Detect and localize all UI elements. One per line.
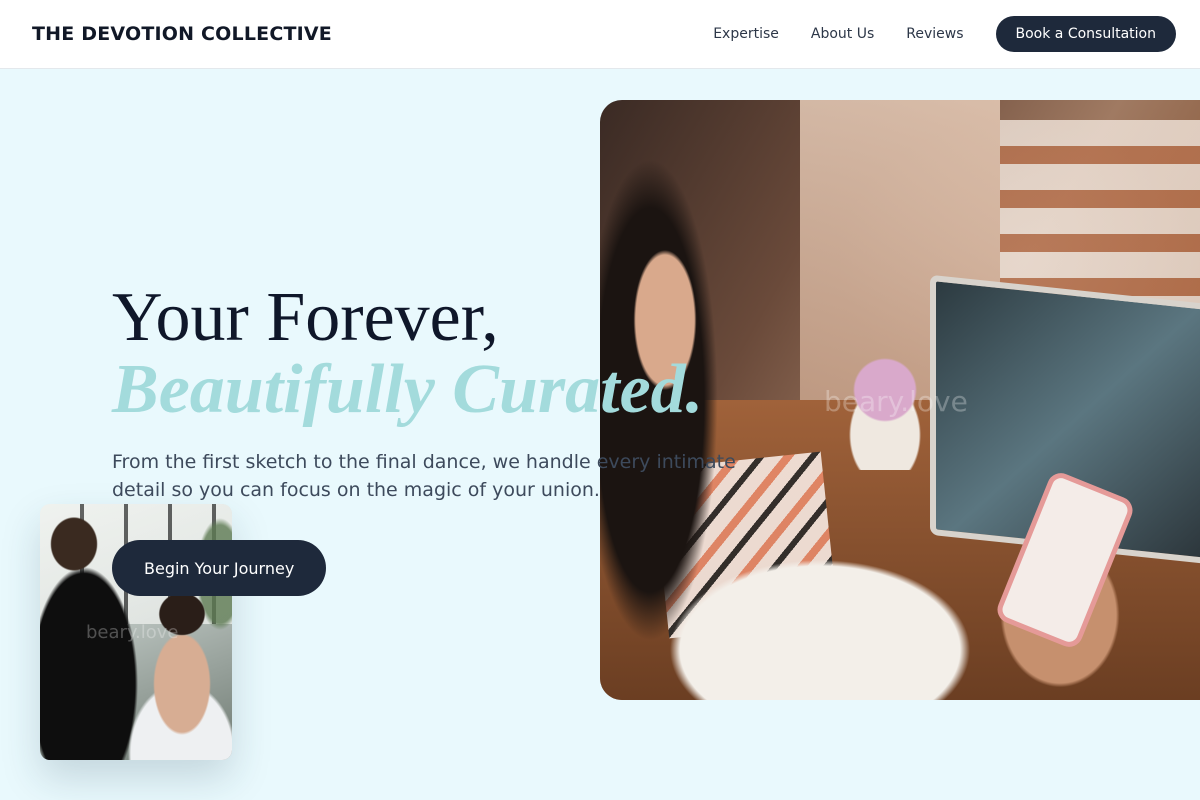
brand-logo[interactable]: THE DEVOTION COLLECTIVE	[32, 23, 332, 45]
hero-subtitle: From the first sketch to the final dance…	[112, 451, 736, 501]
nav-link-reviews[interactable]: Reviews	[906, 26, 963, 42]
hero-title: Your Forever, Beautifully Curated.	[112, 282, 792, 426]
hero-copy: Your Forever, Beautifully Curated. From …	[112, 282, 792, 504]
nav-link-about-us[interactable]: About Us	[811, 26, 874, 42]
main-nav: Expertise About Us Reviews Book a Consul…	[713, 16, 1176, 52]
begin-journey-button[interactable]: Begin Your Journey	[112, 540, 327, 596]
couple-photo-bride	[120, 594, 232, 760]
book-consultation-button[interactable]: Book a Consultation	[995, 16, 1176, 52]
site-header: THE DEVOTION COLLECTIVE Expertise About …	[0, 0, 1200, 69]
hero-title-line1: Your Forever,	[112, 279, 499, 356]
hero-image-flower-vase	[840, 350, 930, 470]
hero-title-line2: Beautifully Curated.	[112, 351, 704, 428]
nav-link-expertise[interactable]: Expertise	[713, 26, 779, 42]
